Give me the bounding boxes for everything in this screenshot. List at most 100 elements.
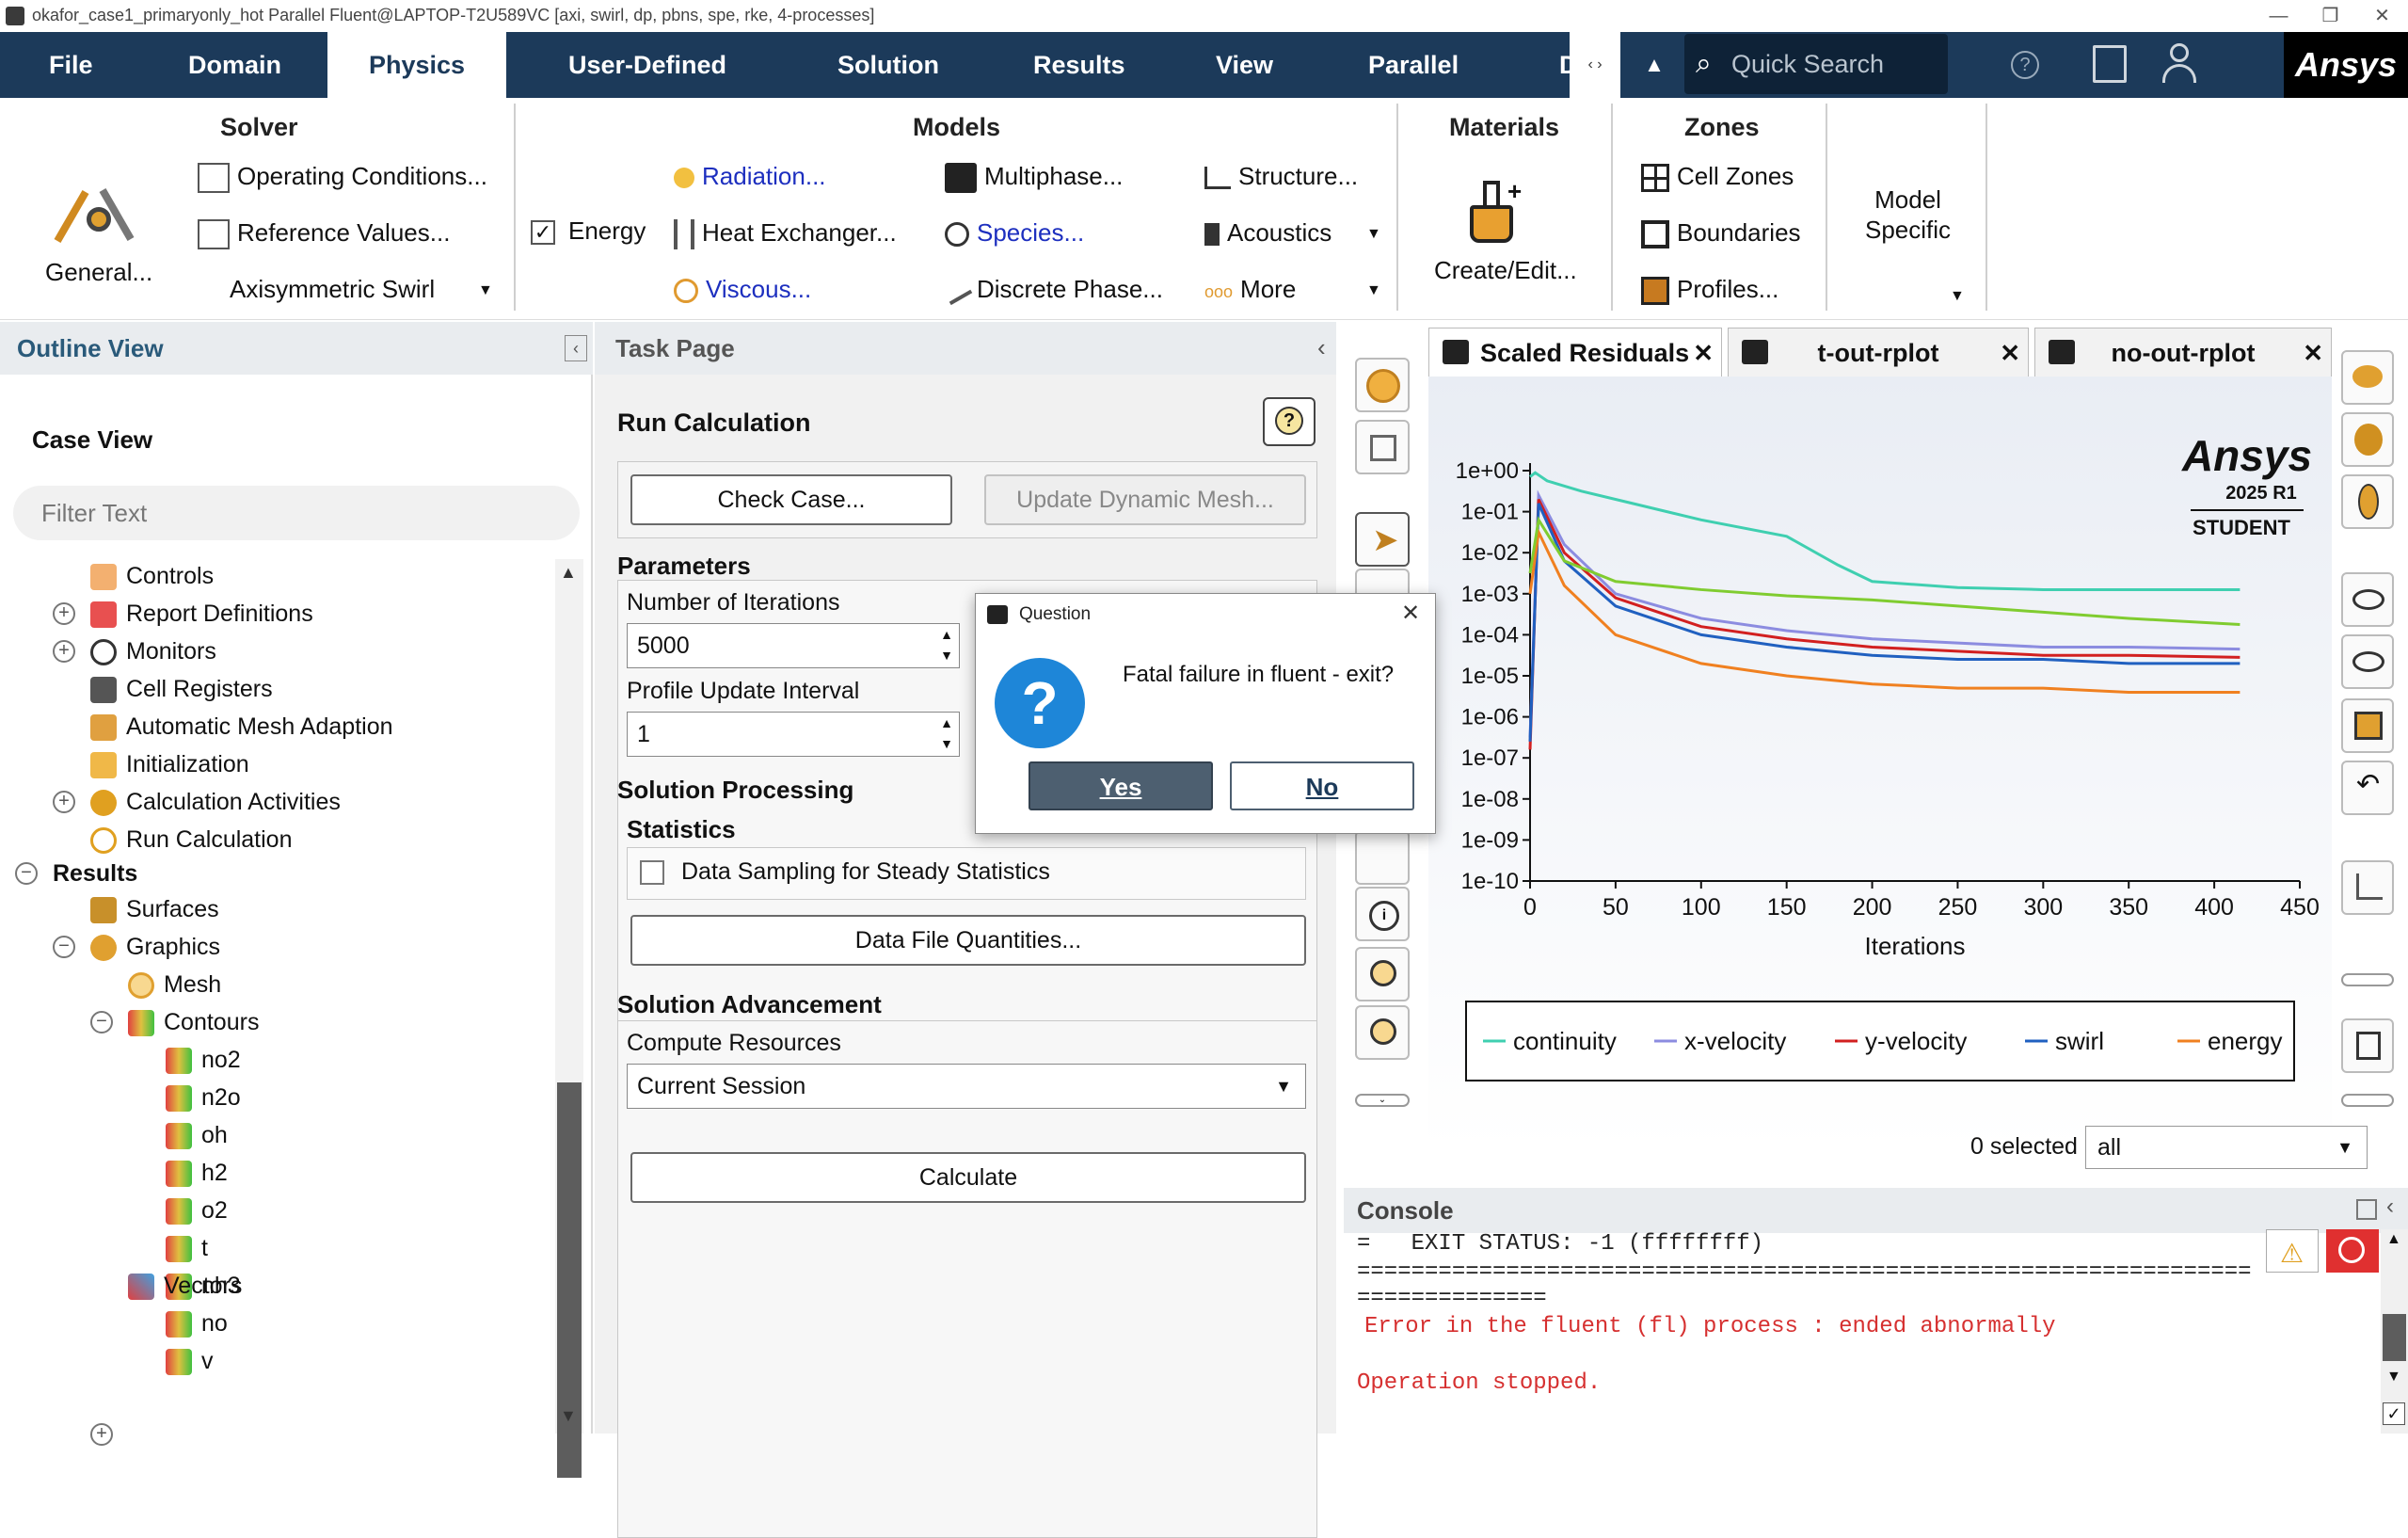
collapse-panel-icon[interactable]: ‹ — [1317, 333, 1326, 362]
tree-item-run-calculation[interactable]: Run Calculation — [90, 826, 293, 855]
menu-scroll-arrows[interactable]: ‹ › — [1570, 32, 1620, 98]
spinner-icon[interactable]: ▲ ▼ — [940, 713, 953, 754]
expand-icon[interactable]: + — [53, 602, 75, 625]
contour-item[interactable]: n2o — [166, 1084, 241, 1113]
undo-view-icon[interactable]: ↶ — [2341, 761, 2394, 815]
profile-update-input[interactable]: 1 ▲ ▼ — [627, 712, 960, 757]
duplicate-icon[interactable] — [2341, 1018, 2394, 1073]
contour-item[interactable]: no2 — [166, 1047, 241, 1075]
collapse-icon[interactable]: − — [90, 1011, 113, 1033]
collapse-panel-icon[interactable]: ‹ — [565, 335, 587, 361]
tree-item-cell-registers[interactable]: Cell Registers — [90, 676, 273, 704]
tree-scrollbar[interactable]: ▲ ▼ — [555, 559, 583, 1478]
tree-item-graphics[interactable]: Graphics — [90, 934, 220, 962]
copy-window-icon[interactable] — [2341, 698, 2394, 753]
menu-view[interactable]: View — [1216, 32, 1273, 98]
tab-t-out-rplot[interactable]: t-out-rplot ✕ — [1728, 328, 2029, 376]
collapse-ribbon-icon[interactable]: ▲ — [1635, 32, 1673, 98]
toolbar-collapse-icon[interactable] — [2341, 973, 2394, 986]
warning-button[interactable]: ⚠ — [2266, 1229, 2319, 1273]
display-options-icon[interactable] — [2341, 350, 2394, 405]
close-tab-icon[interactable]: ✕ — [1693, 328, 1714, 377]
boundaries-button[interactable]: Boundaries — [1641, 218, 1801, 249]
hide-eye-icon[interactable] — [2341, 634, 2394, 689]
iterations-input[interactable]: 5000 ▲ ▼ — [627, 623, 960, 668]
stop-button[interactable] — [2326, 1229, 2379, 1273]
update-dynamic-mesh-button[interactable]: Update Dynamic Mesh... — [984, 474, 1306, 525]
collapse-icon[interactable]: − — [53, 936, 75, 958]
notes-icon[interactable] — [2093, 45, 2127, 83]
tree-item-surfaces[interactable]: Surfaces — [90, 896, 219, 924]
materials-create-edit-button[interactable]: Create/Edit... — [1434, 256, 1577, 285]
tree-item-controls[interactable]: Controls — [90, 563, 214, 591]
scroll-down-icon[interactable]: ▼ — [2386, 1369, 2401, 1386]
probe-icon[interactable] — [1355, 830, 1410, 885]
scroll-down-icon[interactable]: ▼ — [560, 1406, 577, 1426]
no-button[interactable]: No — [1230, 761, 1414, 810]
check-case-button[interactable]: Check Case... — [630, 474, 952, 525]
tab-no-out-rplot[interactable]: no-out-rplot ✕ — [2034, 328, 2332, 376]
expand-icon[interactable]: + — [90, 1423, 113, 1446]
energy-checkbox[interactable]: ✓ Energy — [531, 216, 646, 246]
spinner-icon[interactable]: ▲ ▼ — [940, 624, 953, 665]
cell-zones-button[interactable]: Cell Zones — [1641, 162, 1794, 193]
model-specific-button[interactable]: Model Specific — [1865, 184, 1951, 245]
compute-resources-select[interactable]: Current Session ▼ — [627, 1064, 1306, 1109]
autoscroll-checkbox[interactable]: ✓ — [2383, 1402, 2405, 1425]
info-icon[interactable]: i — [1355, 887, 1410, 941]
tree-item-results[interactable]: Results — [53, 860, 137, 888]
menu-solution[interactable]: Solution — [837, 32, 939, 98]
expand-icon[interactable]: + — [53, 791, 75, 813]
pointer-icon[interactable]: ➤ — [1355, 512, 1410, 567]
help-button[interactable]: ? — [1263, 397, 1316, 446]
contour-item[interactable]: o2 — [166, 1197, 228, 1226]
user-icon[interactable] — [2161, 41, 2198, 85]
mesh-display-icon[interactable] — [1355, 358, 1410, 412]
zoom-in-icon[interactable] — [1355, 947, 1410, 1001]
calculate-button[interactable]: Calculate — [630, 1152, 1306, 1203]
tree-item-contours[interactable]: Contours — [128, 1009, 259, 1037]
collapse-panel-icon[interactable]: ‹ — [2386, 1194, 2394, 1220]
contour-item[interactable]: oh — [166, 1122, 228, 1150]
menu-parallel[interactable]: Parallel — [1368, 32, 1459, 98]
minimize-icon[interactable]: — — [2253, 0, 2304, 32]
selection-filter-select[interactable]: all ▼ — [2085, 1126, 2368, 1169]
heat-exchanger-button[interactable]: Heat Exchanger... — [674, 218, 897, 250]
operating-conditions-button[interactable]: Operating Conditions... — [198, 162, 487, 194]
contour-item[interactable]: v — [166, 1348, 214, 1376]
close-tab-icon[interactable]: ✕ — [2000, 328, 2020, 377]
yes-button[interactable]: Yes — [1029, 761, 1213, 810]
contour-item[interactable]: h2 — [166, 1160, 228, 1188]
profiles-button[interactable]: Profiles... — [1641, 275, 1778, 306]
tree-item-initialization[interactable]: Initialization — [90, 751, 249, 779]
viscous-button[interactable]: Viscous... — [674, 275, 811, 304]
view-cube-icon[interactable] — [1355, 420, 1410, 474]
scroll-up-icon[interactable]: ▲ — [2386, 1231, 2401, 1248]
acoustics-button[interactable]: Acoustics ▼ — [1204, 218, 1381, 248]
scroll-thumb[interactable] — [2383, 1314, 2406, 1361]
chevron-down-icon[interactable]: ▼ — [1950, 288, 1965, 305]
expand-icon[interactable]: + — [53, 640, 75, 663]
tree-item-mesh[interactable]: Mesh — [128, 971, 221, 1000]
tree-item-mesh-adaption[interactable]: Automatic Mesh Adaption — [90, 713, 393, 742]
contour-item[interactable]: t — [166, 1235, 208, 1263]
help-icon[interactable]: ? — [2011, 51, 2039, 79]
eye-icon[interactable] — [2341, 572, 2394, 627]
tab-scaled-residuals[interactable]: Scaled Residuals ✕ — [1428, 328, 1722, 376]
toolbar-expand-icon[interactable] — [2341, 1094, 2394, 1107]
dialog-close-icon[interactable]: ✕ — [1401, 600, 1420, 627]
data-sampling-checkbox[interactable]: Data Sampling for Steady Statistics — [640, 858, 1050, 886]
axes-icon[interactable] — [2341, 860, 2394, 915]
close-icon[interactable]: ✕ — [2356, 0, 2408, 32]
structure-button[interactable]: Structure... — [1204, 162, 1358, 191]
scroll-up-icon[interactable]: ▲ — [560, 563, 577, 583]
menu-domain[interactable]: Domain — [188, 32, 281, 98]
close-tab-icon[interactable]: ✕ — [2303, 328, 2323, 377]
menu-user-defined[interactable]: User-Defined — [568, 32, 726, 98]
colormap-icon[interactable] — [2341, 412, 2394, 467]
quick-search-input[interactable]: ⌕ Quick Search (Ctr... — [1684, 34, 1948, 138]
multiphase-button[interactable]: Multiphase... — [945, 162, 1123, 194]
general-button[interactable]: General... — [45, 258, 152, 287]
collapse-icon[interactable]: − — [15, 862, 38, 885]
discrete-phase-button[interactable]: Discrete Phase... — [941, 275, 1163, 306]
